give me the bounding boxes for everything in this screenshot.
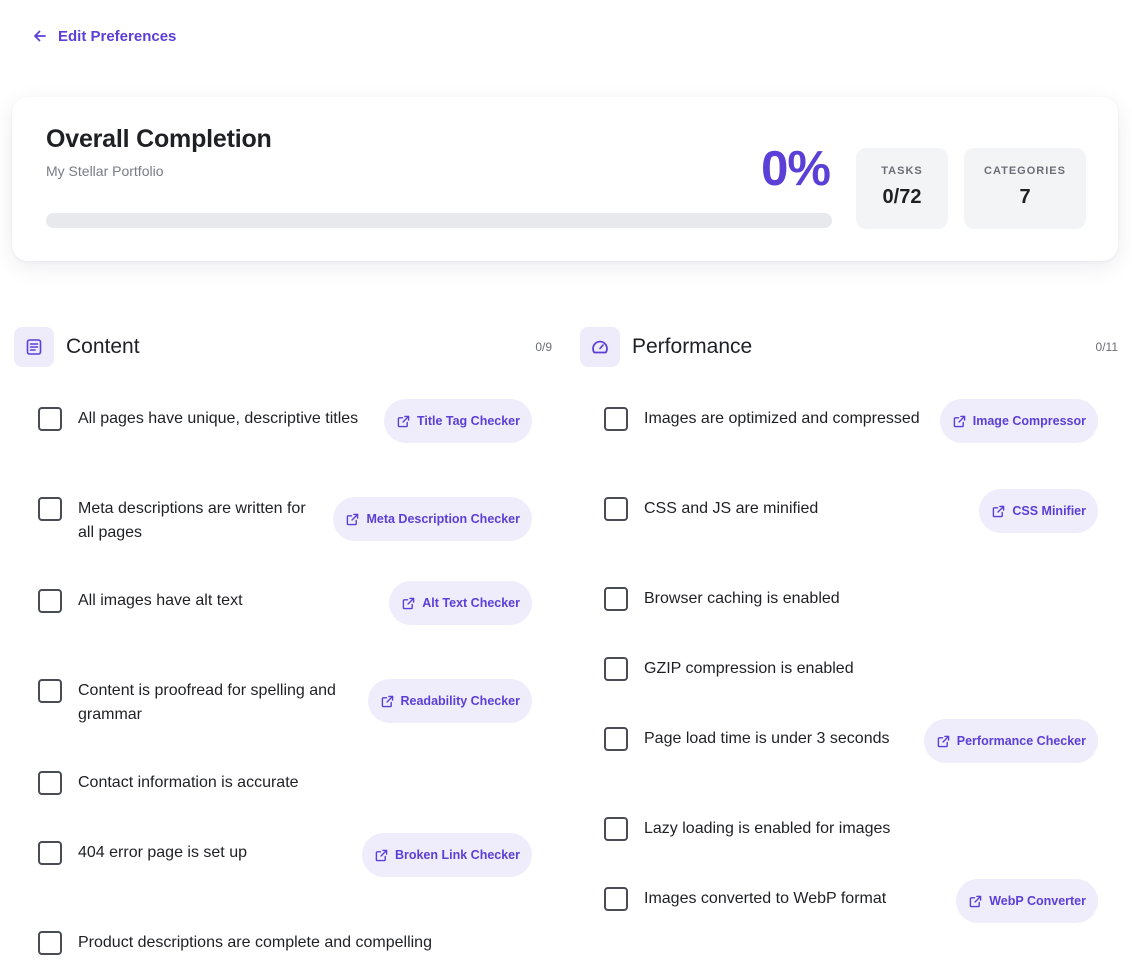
summary-title: Overall Completion [46,125,272,153]
tasks-stat-label: TASKS [881,165,923,177]
task-label: Meta descriptions are written for all pa… [78,500,306,541]
category-header: Content 0/9 [14,327,552,367]
external-link-icon [937,735,950,748]
external-link-icon [375,849,388,862]
category-count: 0/11 [1095,340,1118,354]
task-label: Contact information is accurate [78,774,299,791]
gauge-icon [580,327,620,367]
task-label: Content is proofread for spelling and gr… [78,682,336,723]
external-link-icon [397,415,410,428]
back-link-edit-preferences[interactable]: Edit Preferences [32,26,176,46]
task-checkbox[interactable] [604,657,628,681]
task-checkbox[interactable] [38,931,62,955]
task-checkbox[interactable] [604,407,628,431]
tool-link-label: Readability Checker [400,694,521,708]
categories-stat: CATEGORIES 7 [964,148,1086,229]
task-checkbox[interactable] [604,497,628,521]
tasks-stat: TASKS 0/72 [856,148,948,229]
tool-link-label: Broken Link Checker [394,848,520,862]
overall-completion-card: Overall Completion My Stellar Portfolio … [12,97,1118,261]
task-checkbox[interactable] [604,887,628,911]
task-label: All images have alt text [78,592,243,609]
project-name: My Stellar Portfolio [46,163,164,179]
tool-link-label: Performance Checker [956,734,1086,748]
task-label: Page load time is under 3 seconds [644,730,890,747]
task-checkbox[interactable] [38,679,62,703]
tool-link-label: Title Tag Checker [416,414,520,428]
categories-stat-label: CATEGORIES [984,165,1066,177]
tool-link-button[interactable]: Readability Checker [367,679,532,723]
external-link-icon [346,513,359,526]
task-checkbox[interactable] [38,407,62,431]
external-link-icon [992,505,1005,518]
category-performance: Performance 0/11 Images are optimized an… [580,327,1118,923]
tool-link-button[interactable]: Meta Description Checker [333,497,532,541]
task-label: Images are optimized and compressed [644,410,920,427]
tool-link-button[interactable]: Title Tag Checker [383,399,532,443]
task-label: Images converted to WebP format [644,890,887,907]
tool-link-button[interactable]: Image Compressor [939,399,1098,443]
task-checkbox[interactable] [38,589,62,613]
category-header: Performance 0/11 [580,327,1118,367]
category-content: Content 0/9 All pages have unique, descr… [14,327,552,955]
tool-link-label: Image Compressor [972,414,1086,428]
task-label: Browser caching is enabled [644,590,840,607]
external-link-icon [969,895,982,908]
arrow-left-icon [32,28,48,44]
external-link-icon [402,597,415,610]
category-count: 0/9 [535,340,552,354]
tool-link-button[interactable]: Alt Text Checker [389,581,532,625]
tool-link-button[interactable]: WebP Converter [956,879,1098,923]
task-checkbox[interactable] [38,841,62,865]
tool-link-label: WebP Converter [989,894,1086,908]
completion-percent: 0% [761,142,831,196]
task-checkbox[interactable] [604,587,628,611]
tool-link-label: Meta Description Checker [366,512,520,526]
tool-link-button[interactable]: Broken Link Checker [361,833,532,877]
tool-link-button[interactable]: Performance Checker [923,719,1098,763]
back-link-label: Edit Preferences [58,27,177,45]
external-link-icon [381,695,394,708]
tasks-stat-value: 0/72 [882,186,922,208]
tool-link-label: Alt Text Checker [422,596,520,610]
tool-link-label: CSS Minifier [1012,504,1086,518]
task-checkbox[interactable] [38,497,62,521]
overall-progress-bar [46,213,832,228]
task-label: Lazy loading is enabled for images [644,820,891,837]
category-title: Content [66,335,140,358]
task-label: CSS and JS are minified [644,500,819,517]
task-label: 404 error page is set up [78,844,247,861]
task-label: GZIP compression is enabled [644,660,854,677]
tool-link-button[interactable]: CSS Minifier [979,489,1098,533]
category-title: Performance [632,335,753,358]
task-label: All pages have unique, descriptive title… [78,410,359,427]
categories-stat-value: 7 [1019,186,1031,208]
task-label: Product descriptions are complete and co… [78,934,432,951]
task-checkbox[interactable] [604,727,628,751]
document-icon [14,327,54,367]
external-link-icon [953,415,966,428]
task-checkbox[interactable] [604,817,628,841]
task-checkbox[interactable] [38,771,62,795]
